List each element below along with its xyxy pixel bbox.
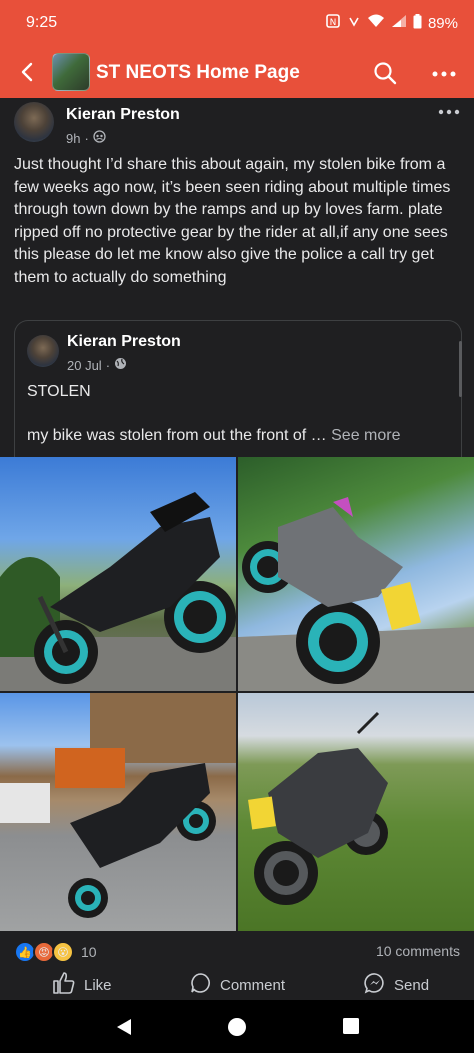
nav-home-icon[interactable] <box>227 1017 247 1042</box>
app-bar: ST NEOTS Home Page <box>0 48 474 98</box>
comment-button[interactable]: Comment <box>190 972 285 998</box>
post-photo-3[interactable] <box>0 693 236 931</box>
post-photo-2[interactable] <box>238 457 474 691</box>
comment-bubble-icon <box>190 972 212 998</box>
battery-level: 89% <box>427 14 458 32</box>
nfc-icon: N <box>325 13 341 33</box>
post-author[interactable]: Kieran Preston <box>66 106 180 124</box>
send-button[interactable]: Send <box>364 972 429 998</box>
status-icons: N 89% <box>325 13 458 33</box>
group-privacy-icon <box>93 130 106 146</box>
photo-grid <box>0 457 474 931</box>
battery-icon <box>413 13 422 33</box>
post-time[interactable]: 9h <box>66 131 80 146</box>
wifi-icon <box>367 14 385 32</box>
status-bar: 9:25 N 89% <box>0 0 474 48</box>
search-icon[interactable] <box>372 60 398 91</box>
wow-reaction-icon: 😮 <box>52 941 74 963</box>
comments-count[interactable]: 10 comments <box>376 943 460 959</box>
shared-post-body: my bike was stolen from out the front of… <box>27 427 401 445</box>
post-options-icon[interactable] <box>438 102 460 120</box>
motorcycle-image <box>0 492 236 691</box>
status-time: 9:25 <box>26 14 58 31</box>
messenger-icon <box>364 972 386 998</box>
avatar[interactable] <box>14 102 54 142</box>
motorcycle-image <box>248 711 388 905</box>
signal-icon <box>391 14 407 32</box>
see-more-link[interactable]: See more <box>331 427 400 444</box>
svg-text:N: N <box>330 18 337 28</box>
nav-recents-icon[interactable] <box>342 1017 360 1040</box>
scrollbar[interactable] <box>459 341 462 397</box>
post-actions: Like Comment Send <box>0 972 474 1000</box>
post-photo-4[interactable] <box>238 693 474 931</box>
vibrate-icon <box>347 14 361 32</box>
globe-icon <box>114 357 127 373</box>
group-thumbnail[interactable] <box>52 53 90 91</box>
post-feed: Kieran Preston 9h · Just thought I’d sha… <box>0 98 474 1000</box>
like-button[interactable]: Like <box>52 972 112 998</box>
comment-label: Comment <box>220 976 286 994</box>
shared-post-body-text: my bike was stolen from out the front of… <box>27 427 332 444</box>
post-meta: 9h · <box>66 130 106 146</box>
post-header: Kieran Preston 9h · <box>14 102 460 146</box>
thumbs-up-icon <box>52 972 76 998</box>
reactions-count: 10 <box>81 944 97 960</box>
like-label: Like <box>84 976 112 994</box>
shared-post-author[interactable]: Kieran Preston <box>67 333 181 351</box>
page-title[interactable]: ST NEOTS Home Page <box>96 62 300 84</box>
shared-post-headline: STOLEN <box>27 383 91 400</box>
post-photo-1[interactable] <box>0 457 236 691</box>
nav-back-icon[interactable] <box>114 1017 134 1042</box>
more-options-icon[interactable] <box>432 68 456 78</box>
back-arrow-icon[interactable] <box>16 60 40 84</box>
post-body-text: Just thought I’d share this about again,… <box>14 156 451 286</box>
motorcycle-image <box>238 497 474 691</box>
shared-post-meta: 20 Jul · <box>67 357 127 373</box>
send-label: Send <box>394 976 430 994</box>
avatar[interactable] <box>27 335 59 367</box>
motorcycle-image <box>0 693 236 918</box>
reactions-summary[interactable]: 👍 😡 😮 10 <box>14 941 97 963</box>
shared-post-date[interactable]: 20 Jul <box>67 358 102 373</box>
system-nav-bar <box>0 1000 474 1053</box>
